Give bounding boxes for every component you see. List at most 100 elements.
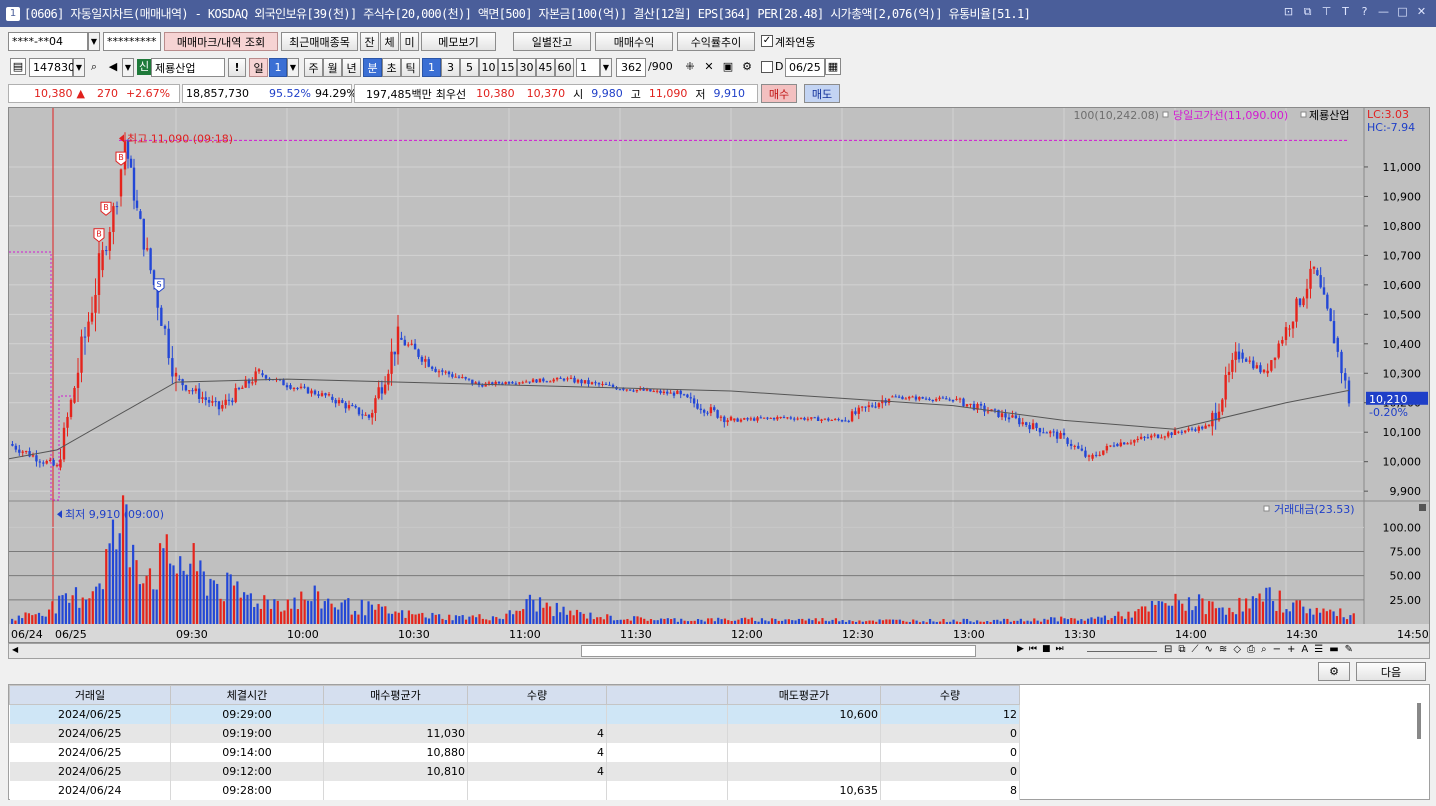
date-checkbox[interactable] bbox=[761, 61, 773, 73]
period-number-field[interactable]: 1 bbox=[269, 58, 287, 77]
daily-balance-button[interactable]: 일별잔고 bbox=[513, 32, 591, 51]
stop-icon[interactable]: ■ bbox=[1042, 644, 1051, 654]
period-week-button[interactable]: 주 bbox=[304, 58, 323, 77]
table-settings-button[interactable]: ⚙ bbox=[1318, 662, 1350, 681]
col-buy-avg[interactable]: 매수평균가 bbox=[323, 685, 468, 705]
list-icon[interactable]: ☰ bbox=[1314, 644, 1323, 655]
sell-button[interactable]: 매도 bbox=[804, 84, 840, 103]
window-icon[interactable]: ⊟ bbox=[1164, 644, 1172, 655]
minute-3-button[interactable]: 3 bbox=[441, 58, 460, 77]
period-minute-button[interactable]: 분 bbox=[363, 58, 382, 77]
text-tool-icon[interactable]: A bbox=[1301, 644, 1308, 655]
color-icon[interactable]: ▬ bbox=[1329, 644, 1338, 655]
wave-tool-icon[interactable]: ∿ bbox=[1205, 644, 1213, 655]
tab-balance[interactable]: 잔 bbox=[360, 32, 379, 51]
settings-icon[interactable]: ⚙ bbox=[739, 58, 755, 75]
tool-icon[interactable]: ✕ bbox=[701, 58, 717, 75]
recent-stocks-button[interactable]: 최근매매종목 bbox=[281, 32, 358, 51]
minute-45-button[interactable]: 45 bbox=[536, 58, 555, 77]
rewind-icon[interactable]: ⏮ bbox=[1029, 644, 1037, 654]
col-trade-date[interactable]: 거래일 bbox=[9, 685, 171, 705]
zoom-slider[interactable] bbox=[1087, 651, 1157, 652]
scroll-thumb[interactable] bbox=[581, 645, 976, 657]
sound-icon[interactable]: ◀ bbox=[105, 58, 121, 75]
maximize-icon[interactable]: □ bbox=[1396, 5, 1409, 18]
trade-profit-button[interactable]: 매매수익 bbox=[595, 32, 673, 51]
account-link-checkbox[interactable]: ✓ bbox=[761, 35, 773, 47]
minimize-icon[interactable]: — bbox=[1377, 5, 1390, 18]
period-month-button[interactable]: 월 bbox=[323, 58, 342, 77]
tab-unexecuted[interactable]: 미 bbox=[400, 32, 419, 51]
alert-button[interactable]: ! bbox=[228, 58, 246, 77]
chart-scrollbar[interactable]: ◀ ▶ ⏮ ■ ⏭ ⊟ ⧉ ⟋ ∿ ≋ ◇ ⎙ ⌕ − + A ☰ ▬ ✎ bbox=[8, 643, 1430, 659]
col-sell-avg[interactable]: 매도평균가 bbox=[727, 685, 881, 705]
search-icon[interactable]: ⌕ bbox=[86, 58, 102, 75]
save-icon[interactable]: ▣ bbox=[720, 58, 736, 75]
chart-menu-icon[interactable]: ▤ bbox=[10, 58, 26, 75]
code-dropdown-icon[interactable]: ▼ bbox=[73, 58, 85, 77]
interval-dropdown-icon[interactable]: ▼ bbox=[600, 58, 612, 77]
candle-body bbox=[844, 420, 847, 422]
table-row[interactable]: 2024/06/25 09:14:00 10,880 4 0 bbox=[9, 742, 1020, 762]
help-icon[interactable]: ? bbox=[1358, 5, 1371, 18]
print-icon[interactable]: ⎙ bbox=[1247, 644, 1255, 655]
next-button[interactable]: 다음 bbox=[1356, 662, 1426, 681]
price-chart[interactable]: 11,000 10,900 10,800 10,700 10,600 10,500 10,4… bbox=[9, 108, 1429, 642]
fix-icon[interactable]: ⊤ bbox=[1320, 5, 1333, 18]
account-dropdown-icon[interactable]: ▼ bbox=[88, 32, 100, 51]
cursor-icon[interactable]: ⁜ bbox=[682, 58, 698, 75]
password-input[interactable]: ********* bbox=[103, 32, 161, 51]
date-input[interactable]: 06/25 bbox=[785, 58, 825, 77]
brush-icon[interactable]: ✎ bbox=[1345, 644, 1353, 655]
play-icon[interactable]: ▶ bbox=[1017, 644, 1024, 654]
minute-5-button[interactable]: 5 bbox=[460, 58, 479, 77]
period-tick-button[interactable]: 틱 bbox=[401, 58, 420, 77]
scroll-left-icon[interactable]: ◀ bbox=[12, 645, 18, 654]
table-row[interactable]: 2024/06/24 09:28:00 10,635 8 bbox=[9, 780, 1020, 800]
period-second-button[interactable]: 초 bbox=[382, 58, 401, 77]
forward-icon[interactable]: ⏭ bbox=[1056, 644, 1064, 654]
minute-30-button[interactable]: 30 bbox=[517, 58, 536, 77]
memo-button[interactable]: 메모보기 bbox=[421, 32, 496, 51]
minute-15-button[interactable]: 15 bbox=[498, 58, 517, 77]
pin-icon[interactable]: ⊡ bbox=[1282, 5, 1295, 18]
table-row[interactable]: 2024/06/25 09:19:00 11,030 4 0 bbox=[9, 723, 1020, 743]
compare-icon[interactable]: ⧉ bbox=[1178, 644, 1185, 655]
col-exec-time[interactable]: 체결시간 bbox=[170, 685, 324, 705]
minute-10-button[interactable]: 10 bbox=[479, 58, 498, 77]
fib-tool-icon[interactable]: ≋ bbox=[1219, 644, 1227, 655]
shape-tool-icon[interactable]: ◇ bbox=[1233, 644, 1241, 655]
profit-trend-button[interactable]: 수익률추이 bbox=[677, 32, 755, 51]
text-icon[interactable]: T bbox=[1339, 5, 1352, 18]
plus-icon[interactable]: + bbox=[1287, 644, 1295, 655]
minute-60-button[interactable]: 60 bbox=[555, 58, 574, 77]
stock-name-field[interactable]: 제룡산업 bbox=[151, 58, 225, 77]
chart-area[interactable]: 11,000 10,900 10,800 10,700 10,600 10,500 10,4… bbox=[8, 107, 1430, 643]
buy-button[interactable]: 매수 bbox=[761, 84, 797, 103]
col-blank[interactable] bbox=[606, 685, 728, 705]
copy-icon[interactable]: ⧉ bbox=[1301, 5, 1314, 18]
close-icon[interactable]: ✕ bbox=[1415, 5, 1428, 18]
table-row[interactable]: 2024/06/25 09:12:00 10,810 4 0 bbox=[9, 761, 1020, 781]
line-tool-icon[interactable]: ⟋ bbox=[1192, 644, 1199, 655]
count-input[interactable]: 362 bbox=[616, 58, 646, 77]
account-input[interactable]: ****-**04 bbox=[8, 32, 88, 51]
period-day-button[interactable]: 일 bbox=[249, 58, 268, 77]
amount-value: 197,485백만 bbox=[366, 87, 432, 101]
minute-1-button[interactable]: 1 bbox=[422, 58, 441, 77]
tab-executed[interactable]: 체 bbox=[380, 32, 399, 51]
table-row[interactable]: 2024/06/25 09:29:00 10,600 12 bbox=[9, 704, 1020, 724]
table-scrollbar[interactable] bbox=[1417, 703, 1421, 739]
interval-input[interactable]: 1 bbox=[576, 58, 600, 77]
volume-bar bbox=[121, 495, 125, 624]
period-dropdown-icon[interactable]: ▼ bbox=[287, 58, 299, 77]
sound-dropdown-icon[interactable]: ▼ bbox=[122, 58, 134, 77]
period-year-button[interactable]: 년 bbox=[342, 58, 361, 77]
calendar-icon[interactable]: ▦ bbox=[825, 58, 841, 75]
stock-code-input[interactable]: 147830 bbox=[29, 58, 75, 77]
col-buy-qty[interactable]: 수량 bbox=[467, 685, 607, 705]
minus-icon[interactable]: − bbox=[1273, 644, 1281, 655]
trade-mark-button[interactable]: 매매마크/내역 조회 bbox=[164, 32, 278, 51]
zoom-icon[interactable]: ⌕ bbox=[1261, 644, 1267, 655]
col-sell-qty[interactable]: 수량 bbox=[880, 685, 1020, 705]
